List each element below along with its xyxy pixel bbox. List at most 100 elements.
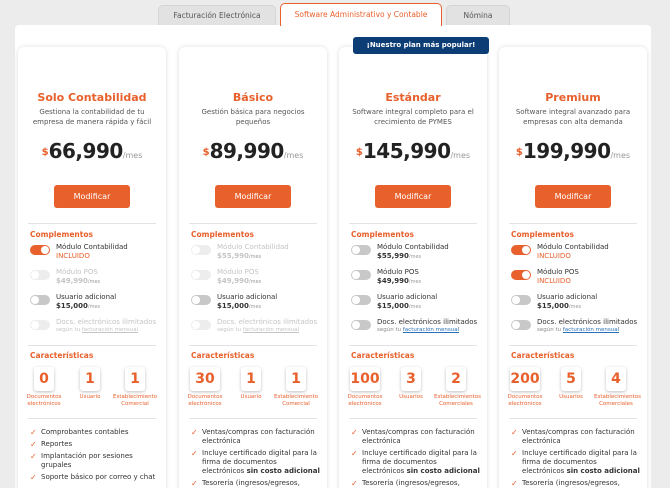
addon-toggle[interactable] [191,295,211,305]
addon-label: Módulo Contabilidad [56,243,128,251]
caracteristicas-heading: Características [30,351,94,360]
addon-toggle[interactable] [511,245,531,255]
feature-text: Ventas/compras con facturación electróni… [202,428,315,445]
modify-button[interactable]: Modificar [54,185,130,208]
stat-usuario: 1 Usuario [229,367,273,401]
stat-label: Documentos electrónicos [347,394,383,407]
addon-toggle[interactable] [511,320,531,330]
stat-usuarios: 5 Usuarios [549,367,593,401]
plan-price: $89,990/mes [179,139,327,163]
modify-button[interactable]: Modificar [215,185,291,208]
addon-toggle[interactable] [351,245,371,255]
stat-documentos-electronicos: 30 Documentos electrónicos [183,367,227,408]
addon-label: Módulo POS [537,268,579,276]
price-amount: 145,990 [362,139,451,163]
modify-button[interactable]: Modificar [375,185,451,208]
price-currency: $ [202,147,210,158]
facturacion-mensual-link[interactable]: facturación mensual [403,327,459,333]
stat-value: 1 [125,367,145,391]
feature-highlight: sin costo adicional [566,467,640,475]
addon-price-value: $15,000 [56,302,88,310]
addon-modulo-contabilidad[interactable]: Módulo Contabilidad $55,990/mes [351,243,481,265]
check-icon: ✓ [351,479,358,488]
addon-included-label: INCLUIDO [537,277,571,285]
tab-facturacion-electronica[interactable]: Facturación Electrónica [158,5,276,26]
feature-highlight: sin costo adicional [246,467,320,475]
feature-text: Reportes [41,440,73,448]
facturacion-mensual-link[interactable]: facturación mensual [82,327,138,333]
addon-toggle[interactable] [511,295,531,305]
feature-item: ✓ Implantación por sesiones grupales [30,452,160,470]
stat-establecimientos-comerciales: 4 Establecimientos Comerciales [594,367,641,408]
addon-toggle[interactable] [30,245,50,255]
addon-price-value: $49,990 [56,277,88,285]
addon-label: Usuario adicional [217,293,278,301]
facturacion-mensual-link[interactable]: facturación mensual [243,327,299,333]
tab-nomina[interactable]: Nómina [446,5,510,26]
addon-usuario-adicional[interactable]: Usuario adicional $15,000/mes [191,293,321,315]
stat-label: Documentos electrónicos [507,394,543,407]
price-currency: $ [41,147,49,158]
stat-value: 1 [80,367,100,391]
stat-value: 1 [241,367,261,391]
feature-item: ✓ Comprobantes contables [30,428,160,437]
feature-text: Implantación por sesiones grupales [41,452,133,469]
addon-label: Usuario adicional [537,293,598,301]
addon-modulo-contabilidad[interactable]: Módulo Contabilidad INCLUIDO [511,243,641,265]
stat-usuarios: 3 Usuarios [389,367,433,401]
addon-toggle[interactable] [511,270,531,280]
addon-modulo-pos[interactable]: Módulo POS INCLUIDO [511,268,641,290]
facturacion-mensual-link[interactable]: facturación mensual [563,327,619,333]
feature-list: ✓ Comprobantes contables ✓ Reportes ✓ Implant… [30,428,160,485]
addon-note: según tu facturación mensual [537,327,619,333]
plan-price: $145,990/mes [339,139,487,163]
addon-usuario-adicional[interactable]: Usuario adicional $15,000/mes [351,293,481,315]
addon-usuario-adicional[interactable]: Usuario adicional $15,000/mes [511,293,641,315]
modify-button[interactable]: Modificar [535,185,611,208]
addon-price: $49,990/mes [377,277,421,285]
check-icon: ✓ [30,440,37,449]
addon-toggle[interactable] [351,295,371,305]
feature-text: Ventas/compras con facturación electróni… [522,428,635,445]
addon-modulo-pos[interactable]: Módulo POS $49,990/mes [351,268,481,290]
stat-establecimientos-comerciales: 2 Establecimientos Comerciales [434,367,481,408]
stat-documentos-electronicos: 0 Documentos electrónicos [22,367,66,408]
addon-usuario-adicional[interactable]: Usuario adicional $15,000/mes [30,293,160,315]
feature-item: ✓ Ventas/compras con facturación electrón… [511,428,641,446]
addon-toggle[interactable] [351,270,371,280]
pricing-panel: ¡Nuestro plan más popular! Solo Contabil… [15,25,651,488]
divider [509,418,637,419]
addon-price-period: /mes [248,279,262,285]
stat-value: 5 [561,367,581,391]
complementos-heading: Complementos [511,230,574,239]
divider [189,345,317,346]
addon-toggle[interactable] [30,295,50,305]
plan-description: Gestión básica para negocios pequeños [201,108,305,126]
addon-price: $49,990/mes [217,277,261,285]
price-currency: $ [515,147,523,158]
addon-price-value: $49,990 [377,277,409,285]
addon-docs-electronicos-ilimitados[interactable]: Docs. electrónicos ilimitados según tu fa… [351,318,481,340]
stat-label: Usuarios [559,394,583,400]
plan-name: Estándar [385,91,441,104]
addon-price-value: $55,990 [377,252,409,260]
check-icon: ✓ [351,449,358,458]
stat-value: 2 [446,367,466,391]
addon-toggle[interactable] [351,320,371,330]
addon-modulo-contabilidad[interactable]: Módulo Contabilidad INCLUIDO [30,243,160,265]
addon-docs-electronicos-ilimitados[interactable]: Docs. electrónicos ilimitados según tu fa… [511,318,641,340]
popular-plan-badge: ¡Nuestro plan más popular! [353,37,489,54]
stat-usuario: 1 Usuario [68,367,112,401]
divider [509,223,637,224]
check-icon: ✓ [351,428,358,437]
addon-price-value: $15,000 [217,302,249,310]
addon-toggle [30,320,50,330]
addon-toggle [30,270,50,280]
stat-establecimiento-comercial: 1 Establecimiento Comercial [113,367,157,408]
addon-price: $15,000/mes [537,302,581,310]
tab-software-administrativo[interactable]: Software Administrativo y Contable [280,3,442,26]
stat-value: 30 [190,367,220,391]
plan-description: Software integral completo para el creci… [352,108,474,126]
addon-note: según tu facturación mensual [377,327,459,333]
check-icon: ✓ [191,449,198,458]
